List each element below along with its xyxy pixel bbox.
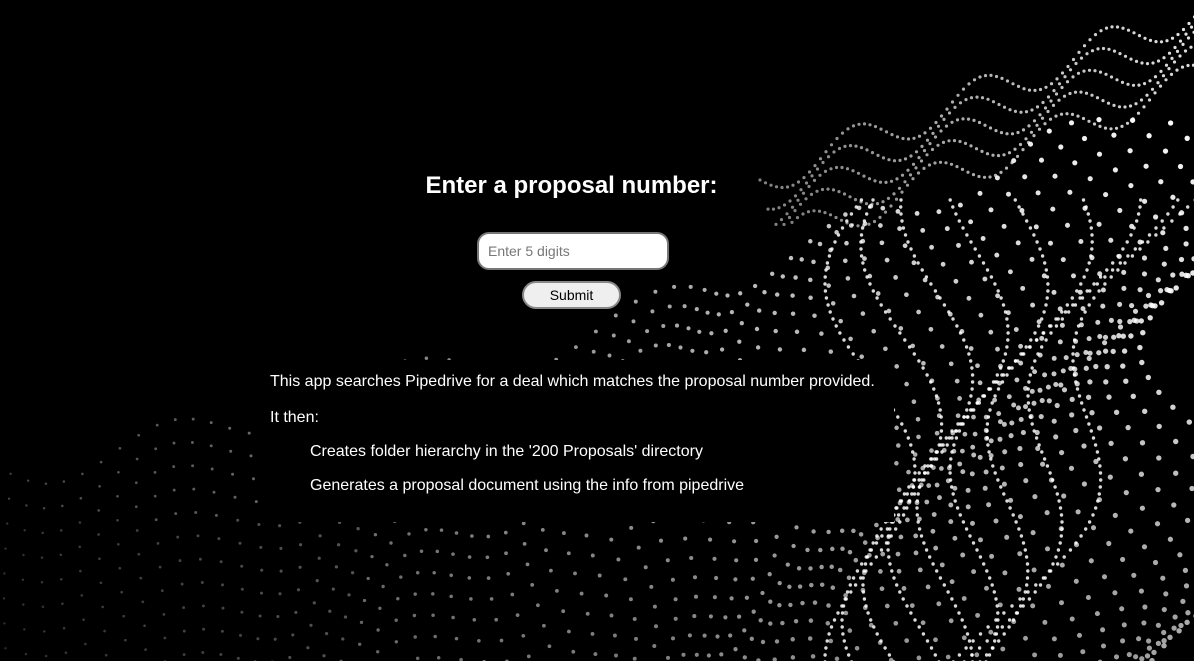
page-title: Enter a proposal number: (425, 172, 718, 199)
page: Enter a proposal number: Submit This app… (0, 0, 1194, 661)
proposal-number-input[interactable] (477, 232, 669, 270)
step-item: Creates folder hierarchy in the '200 Pro… (310, 443, 703, 460)
info-panel: This app searches Pipedrive for a deal w… (258, 360, 894, 522)
app-description: This app searches Pipedrive for a deal w… (270, 373, 875, 390)
step-item: Generates a proposal document using the … (310, 477, 745, 494)
main-content: Enter a proposal number: Submit This app… (0, 0, 1194, 661)
submit-button[interactable]: Submit (522, 281, 621, 309)
then-label: It then: (270, 409, 319, 426)
